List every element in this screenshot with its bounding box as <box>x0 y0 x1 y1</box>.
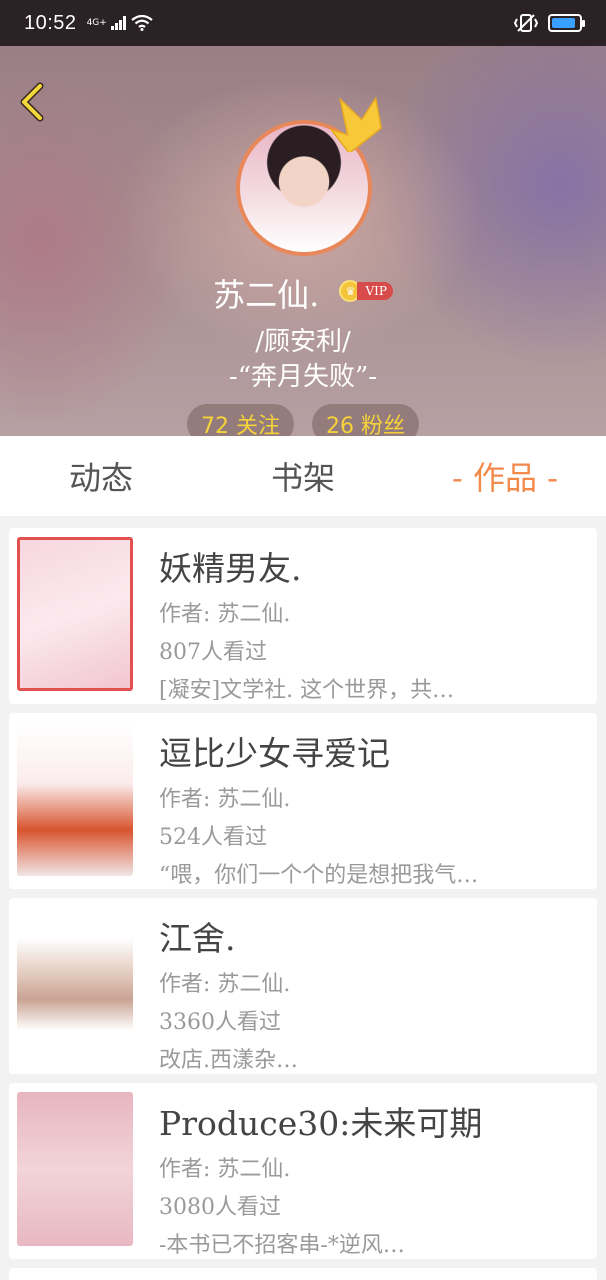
work-title: 妖精男友. <box>159 549 302 588</box>
status-bar: 10:52 4G+ <box>0 0 606 46</box>
vibrate-mode-icon <box>514 14 538 32</box>
work-author: 作者: 苏二仙. <box>159 1157 291 1182</box>
network-label: 4G+ <box>86 17 107 28</box>
work-summary: 改店.西漾杂… <box>159 1048 298 1073</box>
work-views: 3360人看过 <box>159 1010 281 1035</box>
work-views: 3080人看过 <box>159 1195 281 1220</box>
bio-line-2: -“奔月失败”- <box>228 362 378 392</box>
work-card[interactable]: 逗比少女寻爱记 作者: 苏二仙. 524人看过 “喂，你们一个个的是想把我气… <box>9 713 597 889</box>
username: 苏二仙. <box>213 276 320 314</box>
work-title: Produce30:未来可期 <box>159 1104 483 1143</box>
vip-badge[interactable]: ♛ VIP <box>339 280 393 302</box>
work-summary: -本书已不招客串-*逆风… <box>159 1233 405 1258</box>
work-author: 作者: 苏二仙. <box>159 787 291 812</box>
work-author: 作者: 苏二仙. <box>159 602 291 627</box>
stats-row: 72 关注 26 粉丝 <box>0 404 606 436</box>
following-count[interactable]: 72 关注 <box>187 404 294 436</box>
avatar[interactable] <box>236 96 383 256</box>
work-views: 807人看过 <box>159 640 267 665</box>
followers-count[interactable]: 26 粉丝 <box>312 404 419 436</box>
battery-icon <box>548 14 585 32</box>
works-list: 妖精男友. 作者: 苏二仙. 807人看过 [凝安]文学社. 这个世界，共… 逗… <box>9 528 597 1280</box>
work-title: 江舍. <box>159 919 236 958</box>
book-cover <box>17 537 133 691</box>
work-views: 524人看过 <box>159 825 267 850</box>
book-cover <box>17 722 133 876</box>
vip-label: VIP <box>357 282 393 300</box>
signal-icon <box>110 16 126 30</box>
profile-tabs: 动态 书架 - 作品 - <box>0 436 606 516</box>
work-card-partial[interactable] <box>9 1268 597 1280</box>
work-author: 作者: 苏二仙. <box>159 972 291 997</box>
work-card[interactable]: Produce30:未来可期 作者: 苏二仙. 3080人看过 -本书已不招客串… <box>9 1083 597 1259</box>
work-title: 逗比少女寻爱记 <box>159 734 390 773</box>
crown-icon <box>329 96 383 152</box>
tab-activity[interactable]: 动态 <box>0 436 202 516</box>
bio-line-1: /顾安利/ <box>255 327 351 357</box>
work-summary: [凝安]文学社. 这个世界，共… <box>159 678 455 703</box>
work-card[interactable]: 江舍. 作者: 苏二仙. 3360人看过 改店.西漾杂… <box>9 898 597 1074</box>
tab-bookshelf[interactable]: 书架 <box>202 436 404 516</box>
tab-works[interactable]: - 作品 - <box>404 436 606 516</box>
work-summary: “喂，你们一个个的是想把我气… <box>159 863 479 888</box>
book-cover <box>17 907 133 1061</box>
work-card[interactable]: 妖精男友. 作者: 苏二仙. 807人看过 [凝安]文学社. 这个世界，共… <box>9 528 597 704</box>
profile-header: 苏二仙. ♛ VIP /顾安利/ -“奔月失败”- 72 关注 26 粉丝 <box>0 46 606 436</box>
book-cover <box>17 1092 133 1246</box>
status-time: 10:52 <box>24 11 77 34</box>
wifi-icon <box>131 15 153 31</box>
chevron-left-icon[interactable] <box>14 82 54 122</box>
